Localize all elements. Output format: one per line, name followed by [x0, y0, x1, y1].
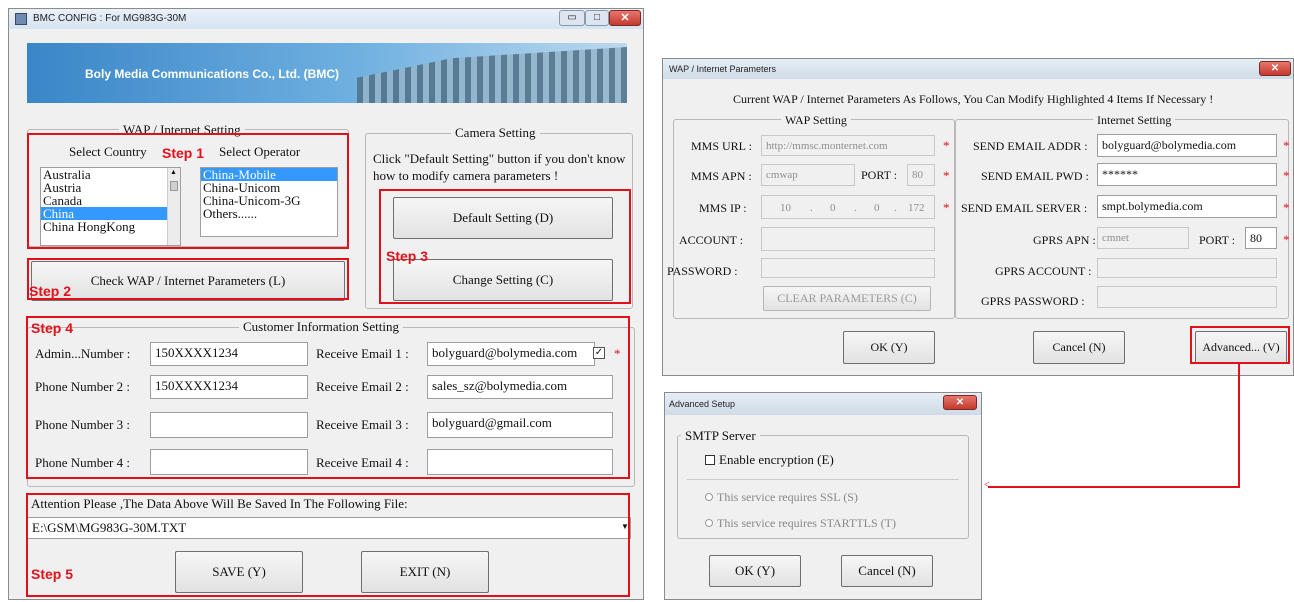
- banner-building-image: [357, 47, 627, 103]
- password-label: PASSWORD :: [667, 264, 738, 278]
- send-email-server-field[interactable]: smpt.bolymedia.com: [1097, 195, 1277, 218]
- company-banner: Boly Media Communications Co., Ltd. (BMC…: [27, 43, 627, 103]
- gprs-port-field[interactable]: 80: [1245, 227, 1277, 249]
- required-star-icon: *: [943, 168, 950, 183]
- send-email-addr-label: SEND EMAIL ADDR :: [973, 139, 1088, 153]
- starttls-option-label: This service requires STARTTLS (T): [717, 516, 896, 530]
- step-2-highlight: [27, 258, 349, 300]
- advanced-ok-button[interactable]: OK (Y): [709, 555, 801, 587]
- divider: [687, 479, 959, 480]
- required-star-icon: *: [943, 138, 950, 153]
- mms-apn-field: cmwap: [761, 164, 855, 186]
- ip-dot: .: [810, 202, 813, 214]
- camera-hint-text: Click "Default Setting" button if you do…: [373, 151, 626, 183]
- wap-ok-button[interactable]: OK (Y): [843, 331, 935, 364]
- maximize-button[interactable]: □: [585, 10, 609, 26]
- banner-text: Boly Media Communications Co., Ltd. (BMC…: [85, 67, 339, 81]
- step-2-label: Step 2: [29, 283, 72, 299]
- mms-ip-octet: 10: [780, 202, 791, 214]
- send-email-pwd-field[interactable]: ******: [1097, 163, 1277, 186]
- send-email-addr-field[interactable]: bolyguard@bolymedia.com: [1097, 134, 1277, 157]
- ip-dot: .: [894, 202, 897, 214]
- connector-line: [988, 486, 1240, 488]
- wap-header-text: Current WAP / Internet Parameters As Fol…: [733, 92, 1214, 106]
- gprs-apn-field: cmnet: [1097, 227, 1189, 249]
- required-star-icon: *: [943, 200, 950, 215]
- enable-encryption-label[interactable]: Enable encryption (E): [719, 452, 834, 468]
- encryption-checkbox[interactable]: [705, 455, 715, 465]
- mms-ip-octet: 0: [830, 202, 836, 214]
- advanced-highlight: [1190, 326, 1290, 364]
- required-star-icon: *: [1283, 168, 1290, 183]
- wap-setting-label: WAP Setting: [781, 113, 851, 127]
- window-title: BMC CONFIG : For MG983G-30M: [33, 13, 187, 24]
- step-1-label: Step 1: [162, 145, 205, 161]
- clear-parameters-button: CLEAR PARAMETERS (C): [763, 286, 931, 311]
- gprs-port-label: PORT :: [1199, 233, 1236, 247]
- required-star-icon: *: [614, 346, 621, 361]
- mms-port-field: 80: [907, 164, 935, 186]
- smtp-server-label: SMTP Server: [681, 429, 760, 443]
- send-email-server-label: SEND EMAIL SERVER :: [961, 201, 1088, 215]
- required-star-icon: *: [1283, 232, 1290, 247]
- connector-line: [1238, 364, 1240, 488]
- required-star-icon: *: [1283, 138, 1290, 153]
- advanced-title-bar: Advanced Setup ✕: [665, 393, 981, 415]
- ip-dot: .: [854, 202, 857, 214]
- ssl-option-label: This service requires SSL (S): [717, 490, 858, 504]
- minimize-button[interactable]: ▭: [559, 10, 585, 26]
- step-3-highlight: [379, 189, 631, 304]
- advanced-setup-window: Advanced Setup ✕ SMTP Server Enable encr…: [664, 392, 982, 600]
- step-3-label: Step 3: [386, 248, 429, 264]
- step-4-label: Step 4: [31, 320, 74, 336]
- advanced-cancel-button[interactable]: Cancel (N): [841, 555, 933, 587]
- gprs-password-field: [1097, 286, 1277, 308]
- mms-ip-octet: 0: [874, 202, 880, 214]
- mms-ip-field: 10 . 0 . 0 . 172: [761, 195, 935, 219]
- connector-arrow-icon: <: [984, 480, 990, 491]
- mms-ip-octet: 172: [908, 202, 925, 214]
- advanced-window-title: Advanced Setup: [669, 399, 736, 409]
- camera-group-label: Camera Setting: [451, 126, 540, 140]
- internet-setting-label: Internet Setting: [1093, 113, 1176, 127]
- mms-ip-label: MMS IP :: [699, 201, 747, 215]
- mms-apn-label: MMS APN :: [691, 169, 752, 183]
- send-email-pwd-label: SEND EMAIL PWD :: [981, 169, 1089, 183]
- app-icon: [15, 13, 27, 25]
- gprs-account-label: GPRS ACCOUNT :: [995, 264, 1092, 278]
- step-5-highlight: [26, 493, 630, 597]
- step-4-highlight: [26, 316, 630, 479]
- starttls-radio: [705, 519, 713, 527]
- wap-cancel-button[interactable]: Cancel (N): [1033, 331, 1125, 364]
- advanced-close-button[interactable]: ✕: [943, 395, 977, 410]
- gprs-account-field: [1097, 258, 1277, 278]
- wap-window-title: WAP / Internet Parameters: [669, 64, 777, 74]
- account-field: [761, 227, 935, 251]
- wap-title-bar: WAP / Internet Parameters ✕: [663, 59, 1293, 79]
- mms-url-field: http://mmsc.monternet.com: [761, 135, 935, 156]
- wap-close-button[interactable]: ✕: [1259, 61, 1291, 76]
- mms-url-label: MMS URL :: [691, 139, 752, 153]
- main-title-bar: BMC CONFIG : For MG983G-30M ▭ □ ✕: [9, 9, 643, 29]
- gprs-apn-label: GPRS APN :: [1033, 233, 1096, 247]
- close-button[interactable]: ✕: [609, 10, 641, 26]
- step-5-label: Step 5: [31, 566, 74, 582]
- account-label: ACCOUNT :: [679, 233, 744, 247]
- ssl-radio: [705, 493, 713, 501]
- required-star-icon: *: [1283, 200, 1290, 215]
- gprs-password-label: GPRS PASSWORD :: [981, 294, 1085, 308]
- password-field: [761, 258, 935, 278]
- mms-port-label: PORT :: [861, 168, 898, 182]
